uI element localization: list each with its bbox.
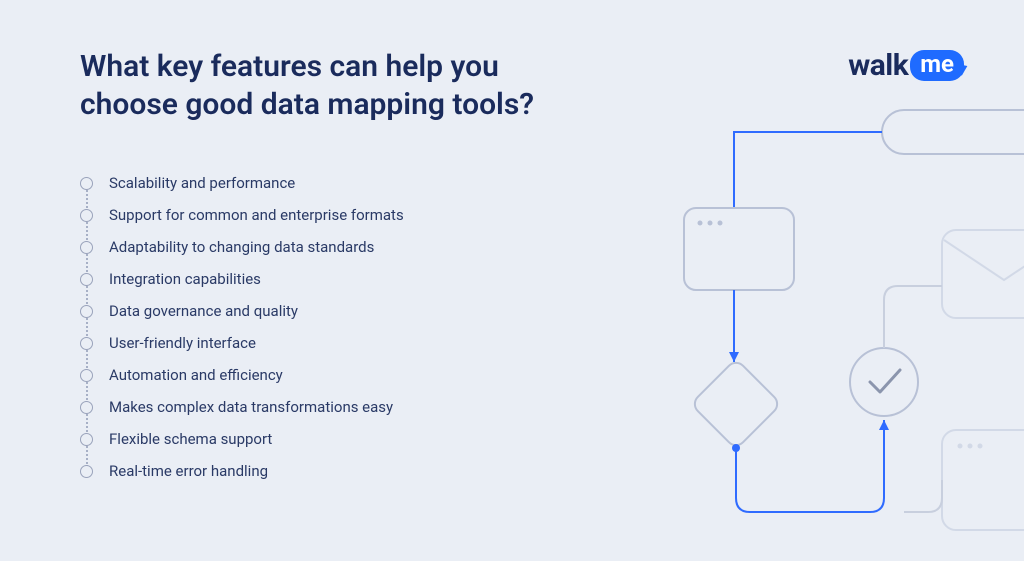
bullet-icon: [80, 369, 93, 382]
bullet-icon: [80, 209, 93, 222]
bullet-icon: [80, 305, 93, 318]
bullet-icon: [80, 465, 93, 478]
list-item-label: Integration capabilities: [109, 270, 261, 288]
bullet-icon: [80, 241, 93, 254]
list-item-label: Scalability and performance: [109, 174, 295, 192]
list-item-label: Automation and efficiency: [109, 366, 283, 384]
list-item-label: Flexible schema support: [109, 430, 272, 448]
list-item-label: Adaptability to changing data standards: [109, 238, 374, 256]
bullet-icon: [80, 401, 93, 414]
walkme-logo: walk me: [848, 48, 964, 83]
bullet-icon: [80, 433, 93, 446]
list-item-label: Real-time error handling: [109, 462, 268, 480]
bullet-icon: [80, 273, 93, 286]
logo-text-walk: walk: [848, 48, 908, 83]
bullet-icon: [80, 177, 93, 190]
list-item-label: Makes complex data transformations easy: [109, 398, 393, 416]
list-item-label: Support for common and enterprise format…: [109, 206, 404, 224]
page-title: What key features can help you choose go…: [80, 48, 600, 123]
bullet-icon: [80, 337, 93, 350]
logo-text-me-bubble: me: [910, 50, 964, 80]
list-item-label: User-friendly interface: [109, 334, 256, 352]
slide-container: walk me What key features can help you c…: [0, 0, 1024, 561]
flowchart-decoration: [604, 100, 1024, 540]
list-item-label: Data governance and quality: [109, 302, 298, 320]
